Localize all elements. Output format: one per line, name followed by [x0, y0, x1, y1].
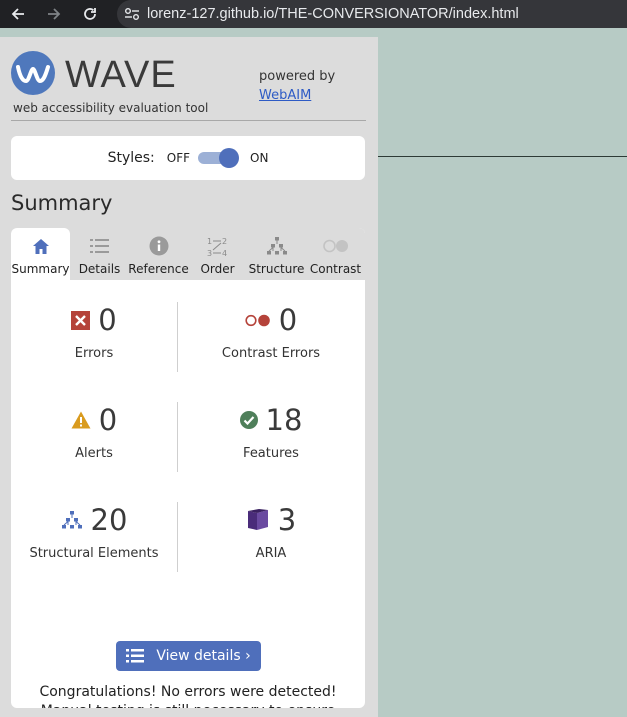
home-icon [32, 234, 50, 258]
view-details-label: View details › [156, 648, 251, 664]
stat-contrast-errors[interactable]: 0 Contrast Errors [177, 300, 365, 372]
url-text[interactable]: lorenz-127.github.io/THE-CONVERSIONATOR/… [147, 6, 519, 22]
styles-off-label: OFF [166, 151, 190, 165]
stat-row: 20 Structural Elements 3 ARIA [11, 500, 365, 600]
tab-label: Structure [248, 262, 305, 276]
structural-count: 20 [90, 503, 128, 537]
error-icon [71, 310, 91, 330]
svg-text:1: 1 [207, 237, 212, 246]
contrast-errors-count: 0 [278, 303, 298, 337]
stat-row: 0 Errors 0 Contrast Errors [11, 300, 365, 400]
congrats-message: Congratulations! No errors were detected… [39, 684, 337, 708]
summary-heading: Summary [11, 191, 113, 215]
info-icon [149, 234, 169, 258]
svg-text:4: 4 [222, 249, 227, 257]
browser-toolbar: lorenz-127.github.io/THE-CONVERSIONATOR/… [0, 0, 627, 28]
contrast-icon [322, 234, 349, 258]
stats-grid: 0 Errors 0 Contrast Errors 0 Alerts 18 F… [11, 300, 365, 600]
aria-icon [246, 508, 270, 532]
tab-label: Contrast [309, 262, 362, 276]
tab-summary[interactable]: Summary [11, 228, 70, 280]
forward-arrow-icon[interactable] [36, 0, 72, 28]
styles-label: Styles: [107, 150, 155, 166]
svg-text:3: 3 [207, 249, 212, 257]
contrast-errors-label: Contrast Errors [221, 346, 321, 361]
contrast-error-icon [245, 314, 271, 327]
tab-label: Reference [128, 262, 189, 276]
structural-label: Structural Elements [29, 546, 159, 561]
tab-label: Order [200, 262, 235, 276]
stat-errors[interactable]: 0 Errors [11, 300, 177, 372]
alerts-count: 0 [98, 403, 118, 437]
wave-tagline: web accessibility evaluation tool [13, 101, 209, 115]
errors-count: 0 [98, 303, 117, 337]
styles-toggle-card: Styles: OFF ON [11, 136, 365, 180]
page-divider [378, 156, 627, 157]
wave-sidebar: WAVE web accessibility evaluation tool p… [0, 37, 378, 717]
tab-bar: Summary Details Reference 1 2 3 4 Order Str… [11, 228, 365, 280]
styles-on-label: ON [250, 151, 269, 165]
stat-features[interactable]: 18 Features [177, 400, 365, 472]
powered-by-text: powered by [259, 69, 336, 84]
aria-count: 3 [277, 503, 297, 537]
toggle-knob[interactable] [219, 148, 239, 168]
tab-structure[interactable]: Structure [247, 228, 306, 280]
list-icon [89, 234, 110, 258]
errors-label: Errors [74, 346, 114, 361]
tab-label: Details [78, 262, 121, 276]
feature-check-icon [239, 411, 258, 429]
header-divider [11, 120, 366, 121]
webaim-link[interactable]: WebAIM [259, 86, 335, 105]
list-icon [126, 649, 145, 663]
features-count: 18 [265, 403, 303, 437]
stat-structural-elements[interactable]: 20 Structural Elements [11, 500, 177, 572]
stat-row: 0 Alerts 18 Features [11, 400, 365, 500]
tab-order[interactable]: 1 2 3 4 Order [188, 228, 247, 280]
summary-panel: Summary Details Reference 1 2 3 4 Order Str… [11, 228, 365, 708]
structure-icon [266, 234, 288, 258]
order-icon: 1 2 3 4 [207, 234, 229, 258]
tab-details[interactable]: Details [70, 228, 129, 280]
stat-aria[interactable]: 3 ARIA [177, 500, 365, 572]
wave-logo-text: WAVE [65, 54, 177, 96]
wave-logo-icon [11, 51, 55, 95]
wave-logo: WAVE web accessibility evaluation tool p… [11, 51, 366, 121]
tab-label: Summary [11, 262, 70, 276]
alerts-label: Alerts [75, 446, 113, 461]
stat-alerts[interactable]: 0 Alerts [11, 400, 177, 472]
tab-contrast[interactable]: Contrast [306, 228, 365, 280]
svg-text:2: 2 [222, 237, 227, 246]
address-bar[interactable]: lorenz-127.github.io/THE-CONVERSIONATOR/… [117, 0, 627, 28]
features-label: Features [243, 446, 299, 461]
styles-toggle[interactable] [198, 148, 242, 168]
reload-icon[interactable] [72, 0, 108, 28]
tab-reference[interactable]: Reference [128, 228, 189, 280]
site-settings-icon[interactable] [117, 7, 147, 21]
powered-by: powered by WebAIM [259, 67, 335, 105]
alert-icon [71, 411, 91, 429]
back-arrow-icon[interactable] [0, 0, 36, 28]
structure-icon [61, 510, 83, 530]
view-details-button[interactable]: View details › [116, 641, 261, 671]
aria-label: ARIA [255, 546, 287, 561]
